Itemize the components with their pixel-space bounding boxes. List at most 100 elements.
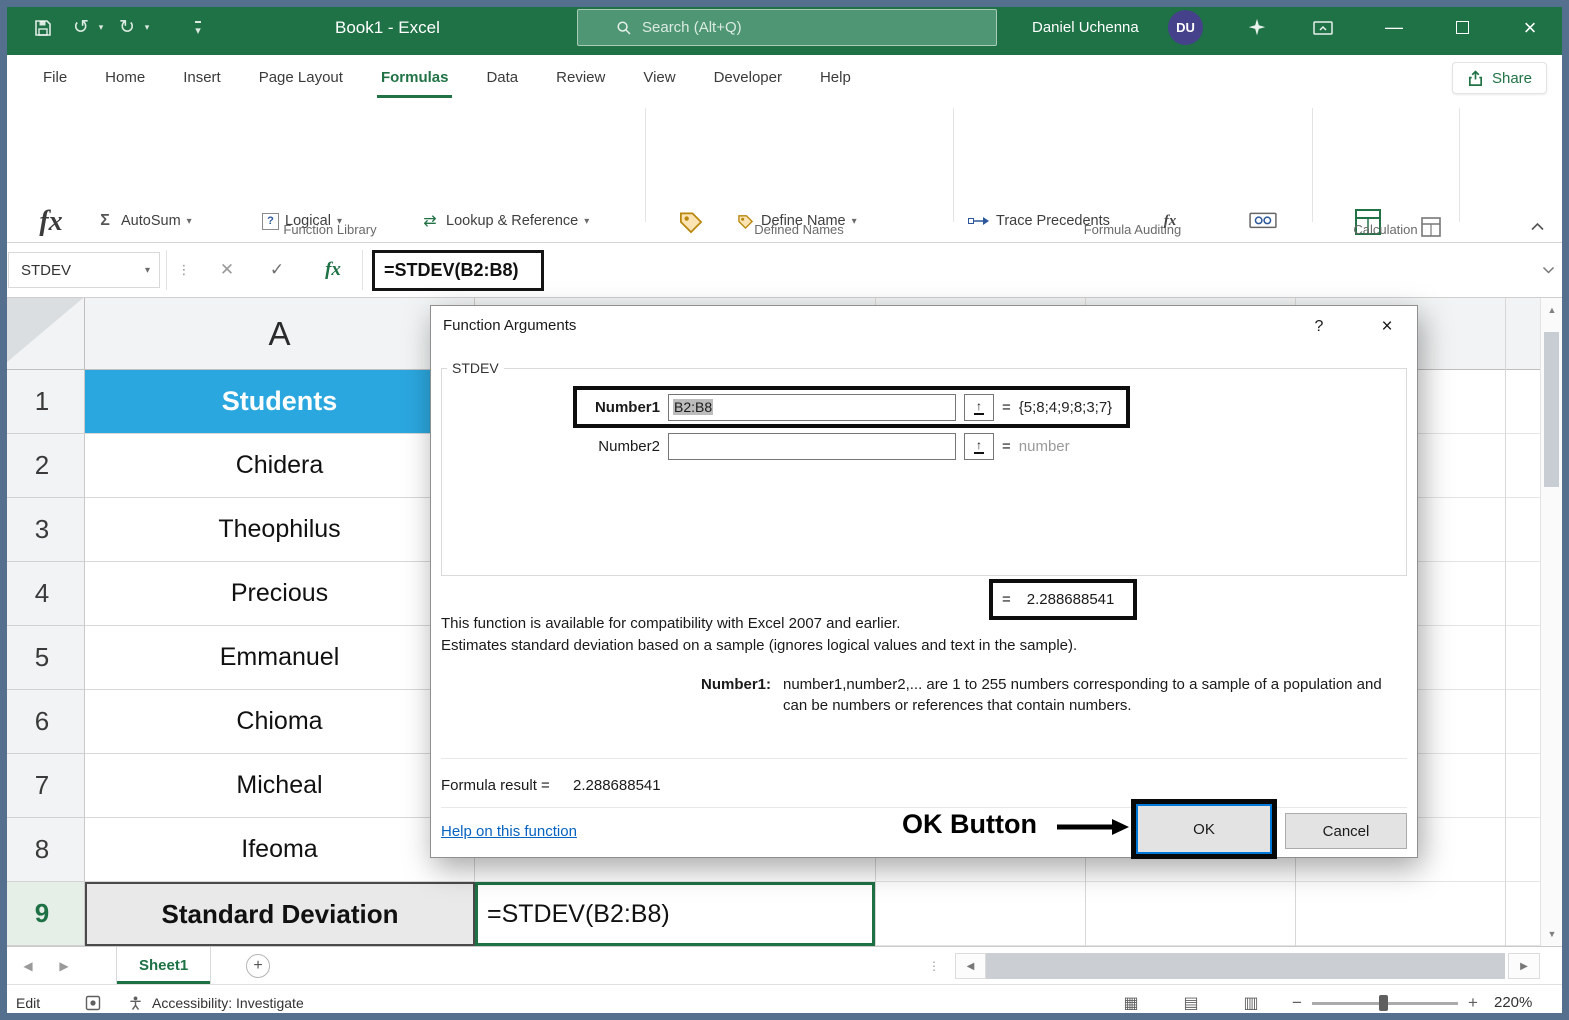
vertical-scrollbar-thumb[interactable] (1544, 332, 1559, 487)
collapse-dialog-button[interactable]: ↑ (964, 393, 994, 421)
accessibility-status[interactable]: Accessibility: Investigate (152, 985, 304, 1020)
status-bar: Edit Accessibility: Investigate ▦ ▤ ▥ − … (0, 984, 1569, 1020)
divider (166, 250, 167, 290)
tab-insert[interactable]: Insert (164, 55, 240, 100)
tab-view[interactable]: View (624, 55, 694, 100)
cell-A3[interactable]: Theophilus (85, 498, 475, 562)
hscroll-right-icon[interactable]: ▶ (1508, 953, 1540, 979)
cancel-button[interactable]: Cancel (1285, 813, 1407, 849)
cell-A8[interactable]: Ifeoma (85, 818, 475, 882)
cell-A4[interactable]: Precious (85, 562, 475, 626)
save-button[interactable] (28, 0, 58, 55)
number1-value: B2:B8 (673, 399, 714, 415)
formula-input-highlighted[interactable]: =STDEV(B2:B8) (372, 250, 544, 291)
insert-function-fx-icon[interactable]: fx (312, 252, 354, 288)
tab-splitter-handle[interactable]: ⋮ (920, 947, 948, 985)
equals-sign: = (1002, 398, 1011, 416)
quick-access-customize-icon[interactable]: ▾ (186, 0, 210, 55)
ribbon-display-options-icon[interactable] (1305, 0, 1341, 55)
zoom-in-button[interactable]: + (1464, 993, 1482, 1012)
add-sheet-button[interactable]: + (246, 954, 270, 978)
page-break-view-icon[interactable]: ▥ (1242, 994, 1260, 1012)
scroll-down-icon[interactable]: ▼ (1541, 924, 1563, 944)
minimize-button[interactable]: — (1368, 0, 1420, 55)
tab-home[interactable]: Home (86, 55, 164, 100)
tab-page-layout[interactable]: Page Layout (240, 55, 362, 100)
equals-sign: = (1002, 437, 1011, 455)
ok-button[interactable]: OK (1136, 804, 1272, 854)
tab-formulas[interactable]: Formulas (362, 55, 468, 100)
row-header-9[interactable]: 9 (0, 882, 85, 946)
chevron-down-icon[interactable]: ▾ (141, 0, 153, 55)
group-separator (645, 108, 646, 222)
cell-A5[interactable]: Emmanuel (85, 626, 475, 690)
dialog-help-button[interactable]: ? (1303, 314, 1335, 340)
dialog-title: Function Arguments (443, 317, 577, 334)
zoom-level[interactable]: 220% (1494, 985, 1532, 1020)
help-link[interactable]: Help on this function (441, 823, 577, 840)
account-name[interactable]: Daniel Uchenna (1032, 0, 1139, 55)
normal-view-icon[interactable]: ▦ (1122, 994, 1140, 1012)
sheet-tab-sheet1[interactable]: Sheet1 (116, 947, 212, 984)
result-value: 2.288688541 (1026, 591, 1115, 608)
macro-record-icon[interactable] (84, 994, 102, 1012)
select-all-triangle (0, 298, 83, 368)
redo-button[interactable]: ↻ (114, 0, 140, 55)
row-header-1[interactable]: 1 (0, 370, 85, 434)
titlebar: ↺ ▾ ↻ ▾ ▾ Book1 - Excel Search (Alt+Q) D… (0, 0, 1569, 55)
cell-B9-edit[interactable]: =STDEV(B2:B8) (475, 882, 875, 946)
sheet-nav-left-icon[interactable]: ◀ (14, 947, 42, 985)
column-header-A[interactable]: A (85, 298, 475, 370)
tab-data[interactable]: Data (467, 55, 537, 100)
row-header-5[interactable]: 5 (0, 626, 85, 690)
row-header-4[interactable]: 4 (0, 562, 85, 626)
enter-entry-icon[interactable]: ✓ (256, 252, 298, 288)
scroll-up-icon[interactable]: ▲ (1541, 300, 1563, 320)
tab-file[interactable]: File (24, 55, 86, 100)
horizontal-scrollbar-thumb[interactable] (986, 953, 1505, 979)
expand-formula-bar-icon[interactable] (1534, 252, 1562, 288)
sparkle-pen-icon[interactable] (1240, 0, 1274, 55)
maximize-button[interactable] (1436, 0, 1488, 55)
result-highlight-box: = 2.288688541 (989, 579, 1137, 620)
group-separator (953, 108, 954, 222)
cell-A7[interactable]: Micheal (85, 754, 475, 818)
zoom-slider-thumb[interactable] (1379, 995, 1388, 1011)
cell-A9[interactable]: Standard Deviation (85, 882, 475, 946)
number2-label: Number2 (598, 437, 660, 455)
select-all-corner[interactable] (0, 298, 85, 370)
document-title: Book1 - Excel (335, 18, 440, 37)
close-button[interactable]: × (1504, 0, 1556, 55)
search-input[interactable]: Search (Alt+Q) (577, 9, 997, 46)
tab-help[interactable]: Help (801, 55, 870, 100)
row-header-7[interactable]: 7 (0, 754, 85, 818)
group-separator (1312, 108, 1313, 222)
cell-A6[interactable]: Chioma (85, 690, 475, 754)
row-header-6[interactable]: 6 (0, 690, 85, 754)
row-header-8[interactable]: 8 (0, 818, 85, 882)
accessibility-icon[interactable] (126, 994, 144, 1012)
cell-A2[interactable]: Chidera (85, 434, 475, 498)
tab-developer[interactable]: Developer (695, 55, 801, 100)
cell-A1[interactable]: Students (85, 370, 475, 434)
vertical-scrollbar[interactable]: ▲ ▼ (1540, 298, 1562, 946)
page-layout-view-icon[interactable]: ▤ (1182, 994, 1200, 1012)
dialog-close-button[interactable]: × (1369, 314, 1405, 340)
collapse-ribbon-icon[interactable] (1530, 218, 1545, 236)
sheet-nav-right-icon[interactable]: ▶ (50, 947, 78, 985)
number2-input[interactable] (668, 432, 956, 460)
chevron-down-icon[interactable]: ▾ (95, 0, 107, 55)
hscroll-left-icon[interactable]: ◀ (955, 953, 986, 979)
row-header-3[interactable]: 3 (0, 498, 85, 562)
number1-input[interactable]: B2:B8 (668, 393, 956, 421)
zoom-out-button[interactable]: − (1288, 993, 1306, 1012)
row-header-2[interactable]: 2 (0, 434, 85, 498)
share-button[interactable]: Share (1451, 62, 1547, 94)
tab-review[interactable]: Review (537, 55, 624, 100)
cancel-entry-icon[interactable]: ✕ (206, 252, 248, 288)
name-box[interactable]: STDEV ▾ (8, 252, 160, 288)
avatar[interactable]: DU (1168, 10, 1203, 45)
collapse-dialog-button[interactable]: ↑ (964, 432, 994, 460)
undo-button[interactable]: ↺ (68, 0, 94, 55)
formula-bar-handle[interactable]: ⋮ (172, 252, 196, 288)
